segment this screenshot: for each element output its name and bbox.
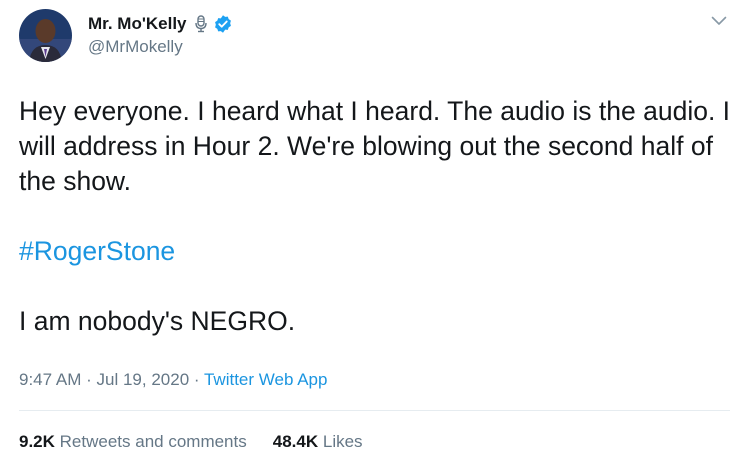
tweet-stats: 9.2K Retweets and comments 48.4K Likes [19,432,363,452]
avatar-image [19,9,72,62]
verified-badge-icon [214,15,231,33]
tweet-meta: 9:47 AM · Jul 19, 2020 · Twitter Web App [19,370,327,390]
divider [19,410,730,411]
separator: · [86,370,92,389]
tweet-paragraph: Hey everyone. I heard what I heard. The … [19,96,731,196]
likes-stat[interactable]: 48.4K Likes [273,432,363,452]
tweet-text: Hey everyone. I heard what I heard. The … [19,94,734,339]
retweets-stat[interactable]: 9.2K Retweets and comments [19,432,247,452]
avatar[interactable] [19,9,72,62]
display-name[interactable]: Mr. Mo'Kelly [88,14,187,34]
likes-label: Likes [322,432,363,451]
handle[interactable]: @MrMokelly [88,37,233,57]
retweets-label: Retweets and comments [59,432,247,451]
tweet-paragraph: I am nobody's NEGRO. [19,306,296,336]
tweet-date[interactable]: Jul 19, 2020 [97,370,190,389]
separator: · [193,370,200,389]
tweet-source-link[interactable]: Twitter Web App [204,370,327,389]
chevron-down-icon[interactable] [711,16,727,26]
tweet-time[interactable]: 9:47 AM [19,370,81,389]
microphone-icon [194,15,207,33]
retweets-count: 9.2K [19,432,55,451]
name-row: Mr. Mo'Kelly [88,12,233,36]
hashtag-link[interactable]: #RogerStone [19,236,175,266]
author-block: Mr. Mo'Kelly @MrMokelly [88,12,233,57]
tweet-card: Mr. Mo'Kelly @MrMokelly Hey everyone. I … [0,0,749,474]
likes-count: 48.4K [272,432,319,451]
